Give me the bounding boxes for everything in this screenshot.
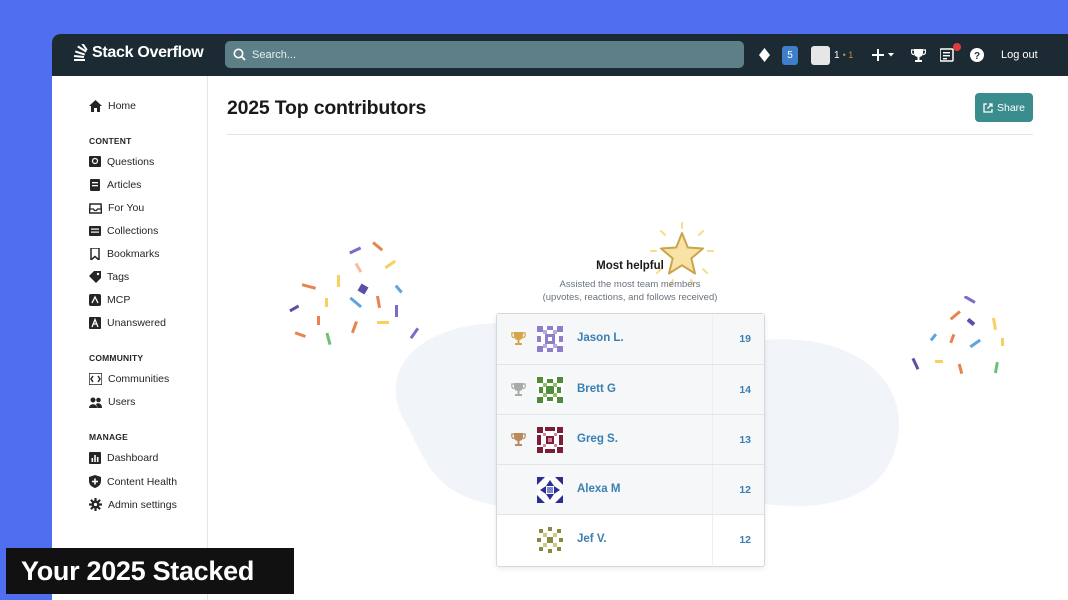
bookmark-icon	[90, 248, 100, 260]
leaderboard-row[interactable]: Jason L. 19	[497, 314, 764, 364]
community-heading: COMMUNITY	[89, 353, 144, 363]
row-separator	[712, 415, 713, 465]
avatar	[537, 427, 563, 453]
inbox-button[interactable]: 5	[782, 34, 798, 76]
sidebar-item-home[interactable]: Home	[89, 100, 136, 112]
user-name-link[interactable]: Greg S.	[577, 433, 618, 445]
notification-dot	[953, 43, 961, 51]
confetti-left	[289, 241, 420, 346]
sidebar-item-bookmarks[interactable]: Bookmarks	[89, 248, 160, 260]
leaderboard-row[interactable]: Greg S. 13	[497, 414, 764, 465]
sidebar-item-articles[interactable]: Articles	[89, 179, 141, 191]
avatar	[537, 326, 563, 352]
logout-link[interactable]: Log out	[1001, 34, 1038, 76]
share-external-icon	[983, 102, 993, 113]
create-menu-button[interactable]	[872, 34, 895, 76]
award-title: Most helpful	[596, 260, 664, 272]
sidebar-item-for-you[interactable]: For You	[89, 202, 144, 214]
stack-overflow-logo[interactable]: Stack Overflow	[72, 44, 204, 62]
row-separator	[712, 465, 713, 515]
top-bar: Stack Overflow 5 1 • 1	[52, 34, 1068, 76]
articles-icon	[90, 179, 100, 191]
search-icon	[233, 48, 246, 61]
leaderboard-row[interactable]: Jef V. 12	[497, 514, 764, 565]
app-window: Stack Overflow 5 1 • 1	[52, 34, 1068, 600]
leaderboard-row[interactable]: Alexa M 12	[497, 464, 764, 515]
unanswered-icon	[89, 317, 101, 329]
achievements-diamond-icon[interactable]	[759, 34, 770, 76]
row-separator	[712, 515, 713, 565]
sidebar-item-users[interactable]: Users	[89, 396, 135, 408]
review-queue-button[interactable]	[940, 34, 961, 76]
left-sidebar: Home CONTENT Questions Articles For You …	[52, 76, 208, 600]
search-input[interactable]	[252, 48, 722, 61]
home-icon	[89, 100, 102, 112]
sidebar-item-communities[interactable]: Communities	[89, 373, 169, 385]
user-score: 14	[739, 384, 751, 396]
caret-down-icon	[888, 53, 894, 57]
stack-logo-icon	[73, 44, 88, 61]
user-score: 19	[739, 333, 751, 345]
user-name-link[interactable]: Jef V.	[577, 533, 607, 545]
tag-icon	[89, 271, 101, 283]
leaderboard: Jason L. 19 Brett G 14 Greg S. 13 Alexa …	[496, 313, 765, 567]
collections-icon	[89, 226, 101, 236]
content-heading: CONTENT	[89, 136, 132, 146]
questions-icon	[89, 156, 101, 167]
search-box[interactable]	[225, 41, 744, 68]
sidebar-item-content-health[interactable]: Content Health	[89, 475, 177, 488]
plus-icon	[872, 49, 884, 61]
svg-text:?: ?	[974, 51, 980, 62]
user-score: 12	[739, 484, 751, 496]
bronze-trophy-icon	[511, 433, 526, 446]
video-caption-overlay: Your 2025 Stacked	[6, 548, 294, 594]
user-score: 13	[739, 434, 751, 446]
dashboard-icon	[89, 452, 101, 464]
content-health-icon	[89, 475, 101, 488]
reputation-count: 1	[834, 49, 840, 61]
users-icon	[89, 397, 102, 408]
user-name-link[interactable]: Brett G	[577, 383, 616, 395]
avatar	[537, 527, 563, 553]
inbox-tray-icon	[89, 202, 102, 214]
award-description: Assisted the most team members (upvotes,…	[542, 279, 718, 303]
main-content: 2025 Top contributors Share Most helpful…	[209, 76, 1068, 600]
avatar	[537, 477, 563, 503]
avatar	[811, 45, 830, 65]
title-divider	[227, 134, 1033, 135]
user-score: 12	[739, 534, 751, 546]
manage-heading: MANAGE	[89, 432, 128, 442]
page-title: 2025 Top contributors	[227, 97, 427, 119]
inbox-count-badge: 5	[782, 45, 798, 65]
user-name-link[interactable]: Jason L.	[577, 332, 624, 344]
sidebar-item-collections[interactable]: Collections	[89, 225, 158, 237]
silver-trophy-icon	[511, 383, 526, 396]
row-separator	[712, 314, 713, 364]
confetti-right	[911, 296, 1004, 375]
sidebar-item-dashboard[interactable]: Dashboard	[89, 452, 158, 464]
brand-name: Stack Overflow	[92, 44, 204, 61]
sidebar-item-unanswered[interactable]: Unanswered	[89, 317, 166, 329]
sidebar-item-questions[interactable]: Questions	[89, 156, 154, 168]
row-separator	[712, 365, 713, 415]
bronze-badge-count: • 1	[842, 50, 854, 60]
user-name-link[interactable]: Alexa M	[577, 483, 620, 495]
leaderboard-row[interactable]: Brett G 14	[497, 364, 764, 415]
sidebar-item-admin-settings[interactable]: Admin settings	[89, 498, 177, 511]
sidebar-item-mcp[interactable]: MCP	[89, 294, 130, 306]
help-icon[interactable]: ?	[970, 34, 984, 76]
communities-icon	[89, 373, 102, 385]
share-button[interactable]: Share	[975, 93, 1033, 122]
avatar	[537, 377, 563, 403]
sidebar-item-tags[interactable]: Tags	[89, 271, 129, 283]
gold-trophy-icon	[511, 332, 526, 345]
profile-button[interactable]: 1 • 1	[811, 34, 853, 76]
trophy-icon[interactable]	[911, 34, 926, 76]
mcp-icon	[89, 294, 101, 306]
gear-icon	[89, 498, 102, 511]
